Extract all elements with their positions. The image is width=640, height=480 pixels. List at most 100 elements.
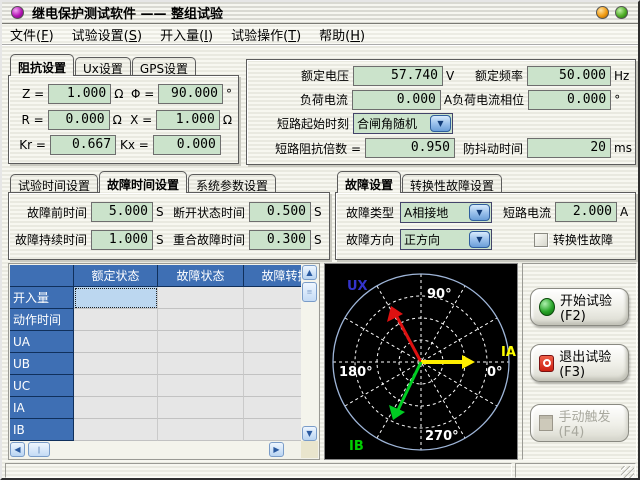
kx-input[interactable]: 0.000 — [153, 135, 221, 155]
z-input[interactable]: 1.000 — [48, 84, 111, 104]
x-input[interactable]: 1.000 — [156, 110, 220, 130]
convert-fault-checkbox[interactable] — [534, 233, 548, 247]
tab-fault-time[interactable]: 故障时间设置 — [99, 171, 187, 193]
table-cell[interactable] — [158, 419, 244, 441]
tab-test-time[interactable]: 试验时间设置 — [10, 174, 98, 193]
phi-unit: ° — [223, 87, 232, 101]
sc-start-value: 合闸角随机 — [354, 115, 429, 132]
rated-freq-label: 额定频率 — [475, 67, 523, 84]
tab-gps-settings[interactable]: GPS设置 — [132, 57, 196, 76]
table-hscrollbar[interactable]: ◀ ∥ ▶ — [10, 441, 284, 458]
table-cell[interactable] — [158, 309, 244, 331]
row-header-uc[interactable]: UC — [10, 375, 74, 397]
phasor-plot: UX 90° 180° 0° 270° IA IB — [325, 264, 517, 459]
tab-ux-settings[interactable]: Ux设置 — [75, 57, 131, 76]
minimize-button[interactable] — [596, 6, 609, 19]
resize-grip[interactable] — [621, 466, 634, 478]
row-header-ua[interactable]: UA — [10, 331, 74, 353]
chevron-down-icon[interactable]: ▼ — [469, 231, 490, 248]
load-phase-input[interactable]: 0.000 — [528, 90, 611, 110]
sc-start-dropdown[interactable]: 合闸角随机 ▼ — [353, 113, 453, 134]
phi-input[interactable]: 90.000 — [158, 84, 223, 104]
fault-direction-dropdown[interactable]: 正方向 ▼ — [400, 229, 492, 250]
load-current-input[interactable]: 0.000 — [352, 90, 441, 110]
table-cell[interactable] — [74, 353, 158, 375]
table-cell[interactable] — [244, 353, 302, 375]
action-buttons-panel: 开始试验(F2) 退出试验(F3) 手动触发(F4) — [522, 263, 637, 460]
table-cell[interactable] — [74, 375, 158, 397]
manual-trigger-label: 手动触发(F4) — [558, 406, 628, 440]
vscroll-thumb[interactable]: ≡ — [302, 282, 317, 302]
row-header-ib[interactable]: IB — [10, 419, 74, 441]
menu-bar: 文件(F) 试验设置(S) 开入量(I) 试验操作(T) 帮助(H) — [2, 25, 638, 46]
sc-impedance-ratio-input[interactable]: 0.950 — [365, 138, 455, 158]
ia-label: IA — [501, 345, 516, 360]
table-cell-selected[interactable] — [74, 287, 158, 309]
menu-test-operate[interactable]: 试验操作(T) — [231, 25, 301, 44]
row-header-action-time[interactable]: 动作时间 — [10, 309, 74, 331]
column-header-fault-convert[interactable]: 故障转换 — [244, 265, 302, 287]
tab-system-params[interactable]: 系统参数设置 — [188, 174, 276, 193]
table-row: IA — [10, 397, 302, 419]
column-header-fault-state[interactable]: 故障状态 — [158, 265, 244, 287]
kr-input[interactable]: 0.667 — [50, 135, 116, 155]
chevron-down-icon[interactable]: ▼ — [430, 115, 451, 132]
table-cell[interactable] — [244, 397, 302, 419]
scroll-left-icon[interactable]: ◀ — [10, 442, 25, 457]
fault-type-dropdown[interactable]: A相接地 ▼ — [400, 202, 492, 223]
rated-voltage-input[interactable]: 57.740 — [353, 66, 443, 86]
table-cell[interactable] — [244, 331, 302, 353]
table-cell[interactable] — [158, 375, 244, 397]
row-header-ub[interactable]: UB — [10, 353, 74, 375]
debounce-label: 防抖动时间 — [463, 140, 523, 157]
maximize-button[interactable] — [615, 6, 628, 19]
table-cell[interactable] — [74, 419, 158, 441]
scroll-down-icon[interactable]: ▼ — [302, 426, 317, 441]
table-cell[interactable] — [244, 419, 302, 441]
scroll-up-icon[interactable]: ▲ — [302, 265, 317, 280]
r-input[interactable]: 0.000 — [48, 110, 110, 130]
prefault-time-input[interactable]: 5.000 — [91, 202, 153, 222]
fault-duration-input[interactable]: 1.000 — [91, 230, 153, 250]
table-cell[interactable] — [244, 375, 302, 397]
table-cell[interactable] — [158, 353, 244, 375]
column-header-rated-state[interactable]: 额定状态 — [74, 265, 158, 287]
table-cell[interactable] — [244, 309, 302, 331]
tab-impedance-settings[interactable]: 阻抗设置 — [10, 54, 74, 76]
menu-file[interactable]: 文件(F) — [10, 25, 54, 44]
table-vscrollbar[interactable]: ▲ ≡ ▼ — [301, 265, 318, 441]
rated-freq-unit: Hz — [611, 69, 629, 83]
menu-binary-input[interactable]: 开入量(I) — [160, 25, 213, 44]
hscroll-thumb[interactable]: ∥ — [28, 442, 50, 457]
scroll-right-icon[interactable]: ▶ — [269, 442, 284, 457]
exit-test-button[interactable]: 退出试验(F3) — [530, 344, 629, 382]
row-header-binary-input[interactable]: 开入量 — [10, 287, 74, 309]
table-cell[interactable] — [74, 331, 158, 353]
reclose-fault-time-input[interactable]: 0.300 — [249, 230, 311, 250]
open-state-time-unit: S — [311, 205, 323, 219]
sc-current-input[interactable]: 2.000 — [555, 202, 617, 222]
table-cell[interactable] — [74, 309, 158, 331]
table-header-row: 额定状态 故障状态 故障转换 — [10, 265, 302, 287]
chevron-down-icon[interactable]: ▼ — [469, 204, 490, 221]
open-state-time-input[interactable]: 0.500 — [249, 202, 311, 222]
rated-freq-input[interactable]: 50.000 — [527, 66, 611, 86]
load-current-label: 负荷电流 — [253, 91, 348, 108]
start-test-button[interactable]: 开始试验(F2) — [530, 288, 629, 326]
debounce-input[interactable]: 20 — [527, 138, 611, 158]
table-corner-cell — [10, 265, 74, 287]
table-cell[interactable] — [158, 331, 244, 353]
table-cell[interactable] — [158, 287, 244, 309]
menu-help[interactable]: 帮助(H) — [319, 25, 365, 44]
sc-current-label: 短路电流 — [503, 204, 551, 221]
angle-180-label: 180° — [339, 365, 373, 380]
manual-trigger-button[interactable]: 手动触发(F4) — [530, 404, 629, 442]
table-cell[interactable] — [74, 397, 158, 419]
row-header-ia[interactable]: IA — [10, 397, 74, 419]
table-cell[interactable] — [244, 287, 302, 309]
table-row: UA — [10, 331, 302, 353]
tab-convert-fault-settings[interactable]: 转换性故障设置 — [402, 174, 502, 193]
menu-test-settings[interactable]: 试验设置(S) — [72, 25, 142, 44]
table-cell[interactable] — [158, 397, 244, 419]
tab-fault-settings[interactable]: 故障设置 — [337, 171, 401, 193]
